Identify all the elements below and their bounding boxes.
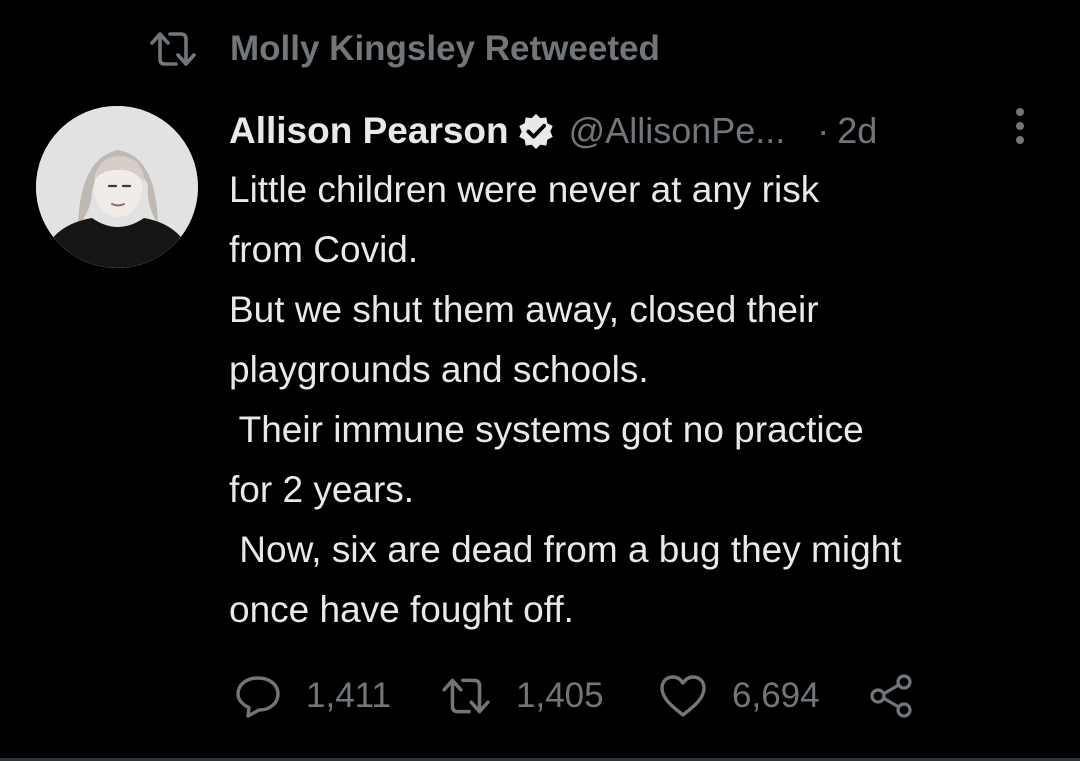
reply-icon	[236, 676, 280, 718]
verified-badge-icon	[517, 112, 555, 150]
retweet-icon	[148, 26, 198, 72]
retweet-context-label: Molly Kingsley Retweeted	[230, 29, 660, 68]
like-count: 6,694	[732, 676, 820, 715]
tweet-header: Allison Pearson @AllisonPe... · 2d	[229, 104, 1029, 158]
tweet-text-line: Their immune systems got no practice	[229, 409, 864, 450]
tweet-timestamp[interactable]: 2d	[837, 110, 877, 152]
avatar[interactable]	[36, 106, 198, 268]
tweet-text-line: for 2 years.	[229, 469, 415, 510]
author-handle[interactable]: @AllisonPe...	[569, 110, 786, 152]
heart-icon	[660, 675, 706, 717]
retweet-icon	[442, 678, 490, 714]
like-button[interactable]: 6,694	[658, 666, 820, 726]
reply-count: 1,411	[306, 676, 391, 715]
tweet-actions: 1,411 1,405 6,694	[234, 666, 934, 726]
tweet-text-line: But we shut them away, closed their	[229, 289, 819, 330]
tweet-text-line: once have fought off.	[229, 589, 574, 630]
more-dots-icon	[1016, 108, 1024, 144]
tweet-text-line: Now, six are dead from a bug they might	[229, 529, 902, 570]
retweet-button[interactable]: 1,405	[440, 666, 604, 726]
retweet-context[interactable]: Molly Kingsley Retweeted	[148, 26, 660, 72]
share-button[interactable]	[868, 666, 914, 726]
reply-button[interactable]: 1,411	[234, 666, 391, 726]
tweet-text: Little children were never at any risk f…	[229, 160, 1059, 640]
retweet-count: 1,405	[516, 676, 604, 715]
separator-dot: ·	[817, 110, 830, 151]
tweet-text-line: Little children were never at any risk	[229, 169, 820, 210]
tweet-text-line: playgrounds and schools.	[229, 349, 649, 390]
author-name[interactable]: Allison Pearson	[229, 110, 509, 152]
share-icon	[870, 674, 912, 718]
tweet-text-line: from Covid.	[229, 229, 419, 270]
more-options-button[interactable]	[1006, 104, 1034, 148]
